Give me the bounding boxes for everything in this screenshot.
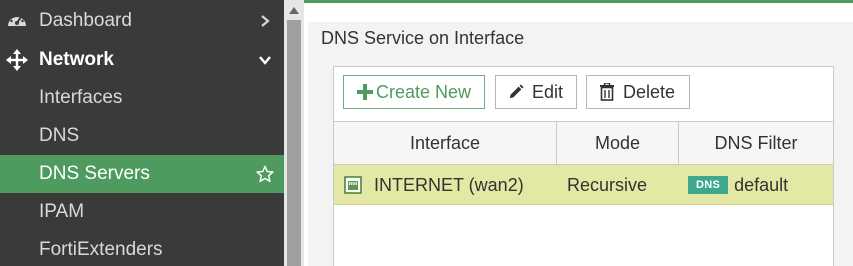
move-arrows-icon	[5, 48, 29, 72]
sidebar-item-label: Interfaces	[39, 87, 123, 108]
dns-filter-badge: DNS	[688, 176, 729, 194]
sidebar-item-interfaces[interactable]: Interfaces	[0, 79, 284, 117]
scrollbar-thumb[interactable]	[287, 20, 301, 266]
table-header: Interface Mode DNS Filter	[334, 121, 833, 165]
dns-filter-name: default	[734, 174, 789, 195]
edit-button[interactable]: Edit	[495, 75, 577, 109]
dns-service-table-card: Create New Edit Delete Interface Mode DN…	[333, 66, 834, 266]
chevron-down-icon	[256, 51, 274, 69]
pencil-icon	[508, 84, 524, 100]
sidebar-item-label: DNS	[39, 125, 80, 146]
chevron-right-icon	[256, 12, 274, 30]
main-content: DNS Service on Interface Create New Edit…	[304, 0, 853, 266]
interface-name: INTERNET (wan2)	[374, 174, 524, 195]
page-title: DNS Service on Interface	[321, 28, 525, 48]
sidebar-item-label: DNS Servers	[39, 163, 150, 184]
sidebar: Dashboard Network Interfaces DNS DNS Ser…	[0, 0, 284, 266]
create-new-button[interactable]: Create New	[343, 75, 485, 109]
sidebar-item-dashboard[interactable]: Dashboard	[0, 2, 284, 40]
sidebar-item-label: Network	[39, 49, 114, 70]
sidebar-item-network[interactable]: Network	[0, 41, 284, 79]
plus-icon	[357, 84, 373, 100]
scroll-up-arrow-icon[interactable]	[284, 2, 304, 18]
column-header-dns-filter[interactable]: DNS Filter	[679, 122, 833, 165]
create-new-label: Create New	[376, 81, 472, 102]
top-accent-line	[304, 0, 853, 3]
dashboard-gauge-icon	[5, 9, 29, 33]
star-outline-icon[interactable]	[256, 165, 274, 183]
sidebar-item-label: Dashboard	[39, 10, 132, 31]
sidebar-item-ipam[interactable]: IPAM	[0, 193, 284, 231]
cell-mode: Recursive	[567, 174, 648, 195]
sidebar-item-label: FortiExtenders	[39, 239, 163, 260]
sidebar-item-dns-servers[interactable]: DNS Servers	[0, 155, 284, 193]
sidebar-item-dns[interactable]: DNS	[0, 117, 284, 155]
column-header-mode[interactable]: Mode	[557, 122, 679, 165]
toolbar: Create New Edit Delete	[334, 67, 833, 121]
sidebar-scrollbar[interactable]	[284, 0, 304, 266]
sidebar-item-label: IPAM	[39, 201, 85, 222]
sidebar-item-fortiextenders[interactable]: FortiExtenders	[0, 231, 284, 266]
column-header-interface[interactable]: Interface	[334, 122, 557, 165]
trash-icon	[599, 83, 615, 101]
cell-dns-filter: DNS default	[688, 165, 833, 205]
delete-label: Delete	[623, 81, 676, 102]
network-port-icon	[344, 176, 362, 194]
cell-interface: INTERNET (wan2)	[344, 165, 557, 205]
delete-button[interactable]: Delete	[586, 75, 690, 109]
table-row[interactable]: INTERNET (wan2) Recursive DNS default	[334, 165, 833, 205]
edit-label: Edit	[532, 81, 564, 102]
